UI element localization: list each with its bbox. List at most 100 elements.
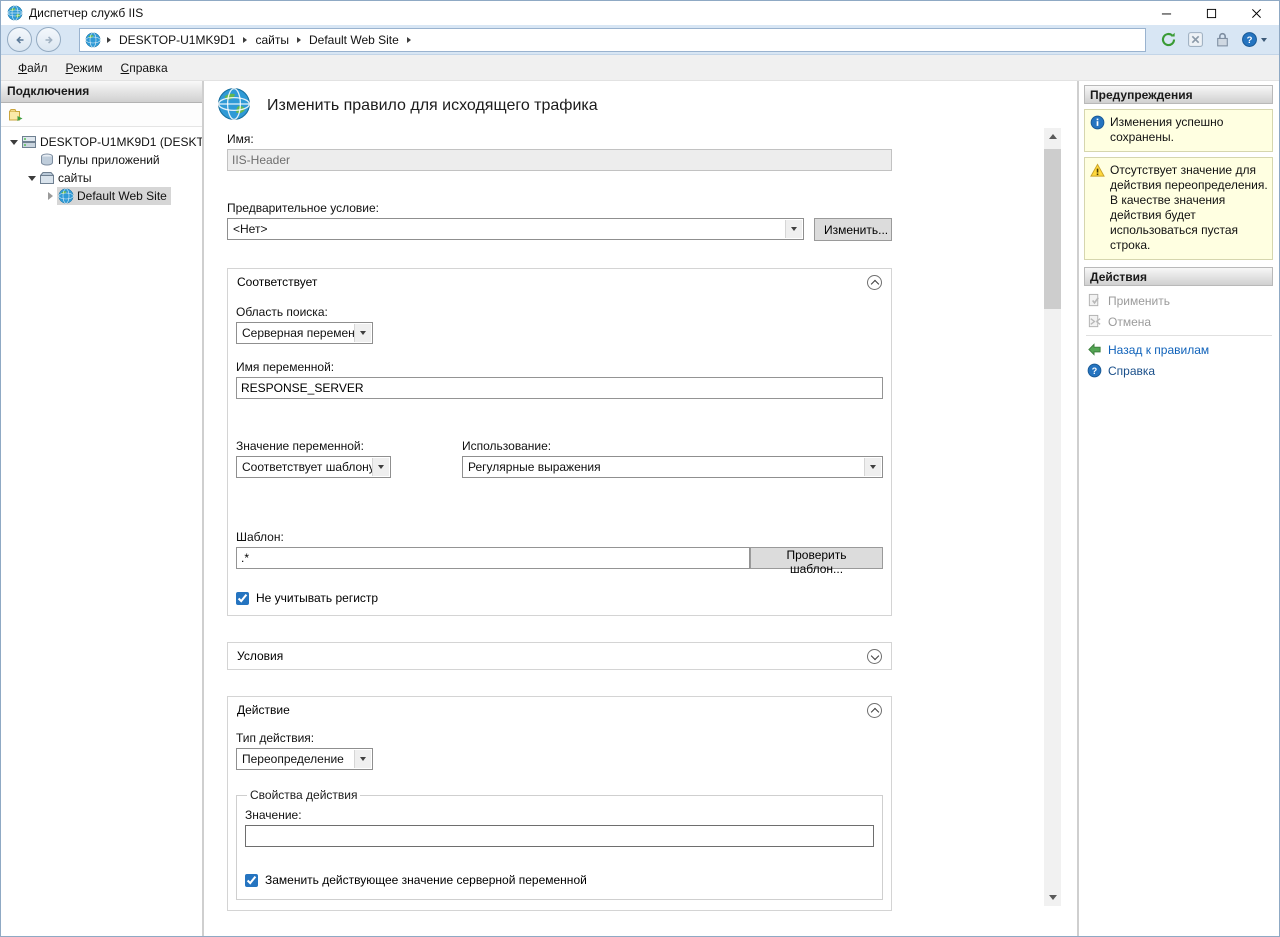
close-button[interactable] (1234, 1, 1279, 25)
breadcrumb-separator-icon[interactable] (107, 37, 111, 43)
warning-icon (1090, 163, 1105, 178)
chevron-down-icon[interactable] (354, 324, 371, 342)
match-section-header[interactable]: Соответствует (228, 269, 891, 295)
alert-info: Изменения успешно сохранены. (1084, 109, 1273, 152)
breadcrumb-item-sites[interactable]: сайты (249, 29, 295, 51)
conditions-section: Условия (227, 642, 892, 670)
breadcrumb-separator-icon[interactable] (243, 37, 247, 43)
new-connection-button[interactable] (6, 105, 26, 125)
cancel-button: Отмена (1085, 311, 1273, 332)
cancel-icon (1087, 314, 1102, 329)
stop-icon[interactable] (1187, 31, 1204, 48)
menu-help[interactable]: Справка (112, 57, 177, 79)
usage-select[interactable]: Регулярные выражения (462, 456, 883, 478)
connections-panel-header: Подключения (1, 81, 202, 103)
action-properties-group: Свойства действия Значение: Заменить дей… (236, 788, 883, 900)
tree-item-default-web-site[interactable]: Default Web Site (1, 187, 202, 205)
precondition-edit-button[interactable]: Изменить... (814, 218, 892, 241)
conditions-section-header[interactable]: Условия (228, 643, 891, 669)
chevron-down-icon[interactable] (785, 220, 802, 238)
replace-value-label: Заменить действующее значение серверной … (265, 873, 587, 887)
tree-item-label: сайты (58, 171, 92, 185)
window-title: Диспетчер служб IIS (29, 6, 1144, 20)
tree-item-app-pools[interactable]: Пулы приложений (1, 151, 202, 169)
sites-icon (39, 170, 55, 186)
breadcrumb: DESKTOP-U1MK9D1 сайты Default Web Site (79, 28, 1146, 52)
action-section-header[interactable]: Действие (228, 697, 891, 723)
lock-icon[interactable] (1214, 31, 1231, 48)
help-icon[interactable]: ? (1241, 31, 1267, 48)
scope-select[interactable]: Серверная переменн (236, 322, 373, 344)
test-pattern-button[interactable]: Проверить шаблон... (750, 547, 883, 569)
refresh-icon[interactable] (1160, 31, 1177, 48)
action-value-label: Значение: (245, 808, 874, 822)
action-value-input[interactable] (245, 825, 874, 847)
page-title: Изменить правило для исходящего трафика (267, 97, 598, 115)
tree-item-label: DESKTOP-U1MK9D1 (DESKTOI (40, 135, 202, 149)
precondition-select[interactable]: <Нет> (227, 218, 804, 240)
address-globe-icon[interactable] (85, 32, 101, 48)
actions-list: Применить Отмена Назад к правилам (1084, 286, 1273, 381)
tree-expand-icon[interactable] (43, 192, 57, 200)
collapse-icon[interactable] (867, 703, 882, 718)
alert-text: Отсутствует значение для действия переоп… (1110, 163, 1268, 252)
scroll-down-button[interactable] (1044, 889, 1061, 906)
chevron-down-icon[interactable] (372, 458, 389, 476)
connections-panel: Подключения DESKTOP-U1MK9D1 (DESKTOI (1, 81, 204, 936)
maximize-button[interactable] (1189, 1, 1234, 25)
vertical-scrollbar[interactable] (1044, 128, 1061, 906)
operand-select[interactable]: Соответствует шаблону (236, 456, 391, 478)
ignore-case-checkbox[interactable] (236, 592, 249, 605)
usage-label: Использование: (462, 439, 883, 453)
action-type-select[interactable]: Переопределение (236, 748, 373, 770)
chevron-down-icon[interactable] (864, 458, 881, 476)
collapse-icon[interactable] (867, 275, 882, 290)
breadcrumb-separator-icon[interactable] (407, 37, 411, 43)
ignore-case-label: Не учитывать регистр (256, 591, 378, 605)
help-link[interactable]: ? Справка (1085, 360, 1273, 381)
folder-icon (8, 107, 24, 123)
back-button[interactable] (7, 27, 32, 52)
action-type-label: Тип действия: (236, 731, 883, 745)
operand-label: Значение переменной: (236, 439, 462, 453)
alert-text: Изменения успешно сохранены. (1110, 115, 1223, 144)
actions-divider (1086, 335, 1272, 336)
tree-selection[interactable]: Default Web Site (57, 187, 171, 205)
scrollbar-thumb[interactable] (1044, 149, 1061, 309)
tree-item-server[interactable]: DESKTOP-U1MK9D1 (DESKTOI (1, 133, 202, 151)
scroll-up-button[interactable] (1044, 128, 1061, 145)
titlebar: Диспетчер служб IIS (1, 1, 1279, 25)
pattern-input[interactable] (236, 547, 750, 569)
menu-view[interactable]: Режим (57, 57, 112, 79)
back-to-rules-link[interactable]: Назад к правилам (1085, 339, 1273, 360)
forward-button[interactable] (36, 27, 61, 52)
replace-value-checkbox[interactable] (245, 874, 258, 887)
menu-bar: Файл Режим Справка (1, 55, 1279, 81)
breadcrumb-separator-icon[interactable] (297, 37, 301, 43)
apply-button: Применить (1085, 290, 1273, 311)
app-globe-icon (7, 5, 23, 21)
minimize-button[interactable] (1144, 1, 1189, 25)
expand-icon[interactable] (867, 649, 882, 664)
pattern-label: Шаблон: (236, 530, 883, 544)
address-bar: DESKTOP-U1MK9D1 сайты Default Web Site ? (1, 25, 1279, 55)
tree-expand-icon[interactable] (25, 176, 39, 181)
app-pools-icon (39, 152, 55, 168)
breadcrumb-item-server[interactable]: DESKTOP-U1MK9D1 (113, 29, 241, 51)
tree-item-label: Default Web Site (77, 189, 167, 203)
connections-tree: DESKTOP-U1MK9D1 (DESKTOI Пулы приложений… (1, 127, 202, 936)
apply-icon (1087, 293, 1102, 308)
alert-warning: Отсутствует значение для действия переоп… (1084, 157, 1273, 260)
variable-name-label: Имя переменной: (236, 360, 883, 374)
chevron-down-icon[interactable] (354, 750, 371, 768)
main-content: Изменить правило для исходящего трафика … (204, 81, 1079, 936)
breadcrumb-item-default-web-site[interactable]: Default Web Site (303, 29, 405, 51)
tree-expand-icon[interactable] (7, 140, 21, 145)
variable-name-input[interactable] (236, 377, 883, 399)
right-panel: Предупреждения Изменения успешно сохране… (1079, 81, 1279, 936)
tree-item-sites[interactable]: сайты (1, 169, 202, 187)
tree-item-label: Пулы приложений (58, 153, 160, 167)
alerts-panel-header: Предупреждения (1084, 85, 1273, 104)
menu-file[interactable]: Файл (9, 57, 57, 79)
scope-label: Область поиска: (236, 305, 883, 319)
